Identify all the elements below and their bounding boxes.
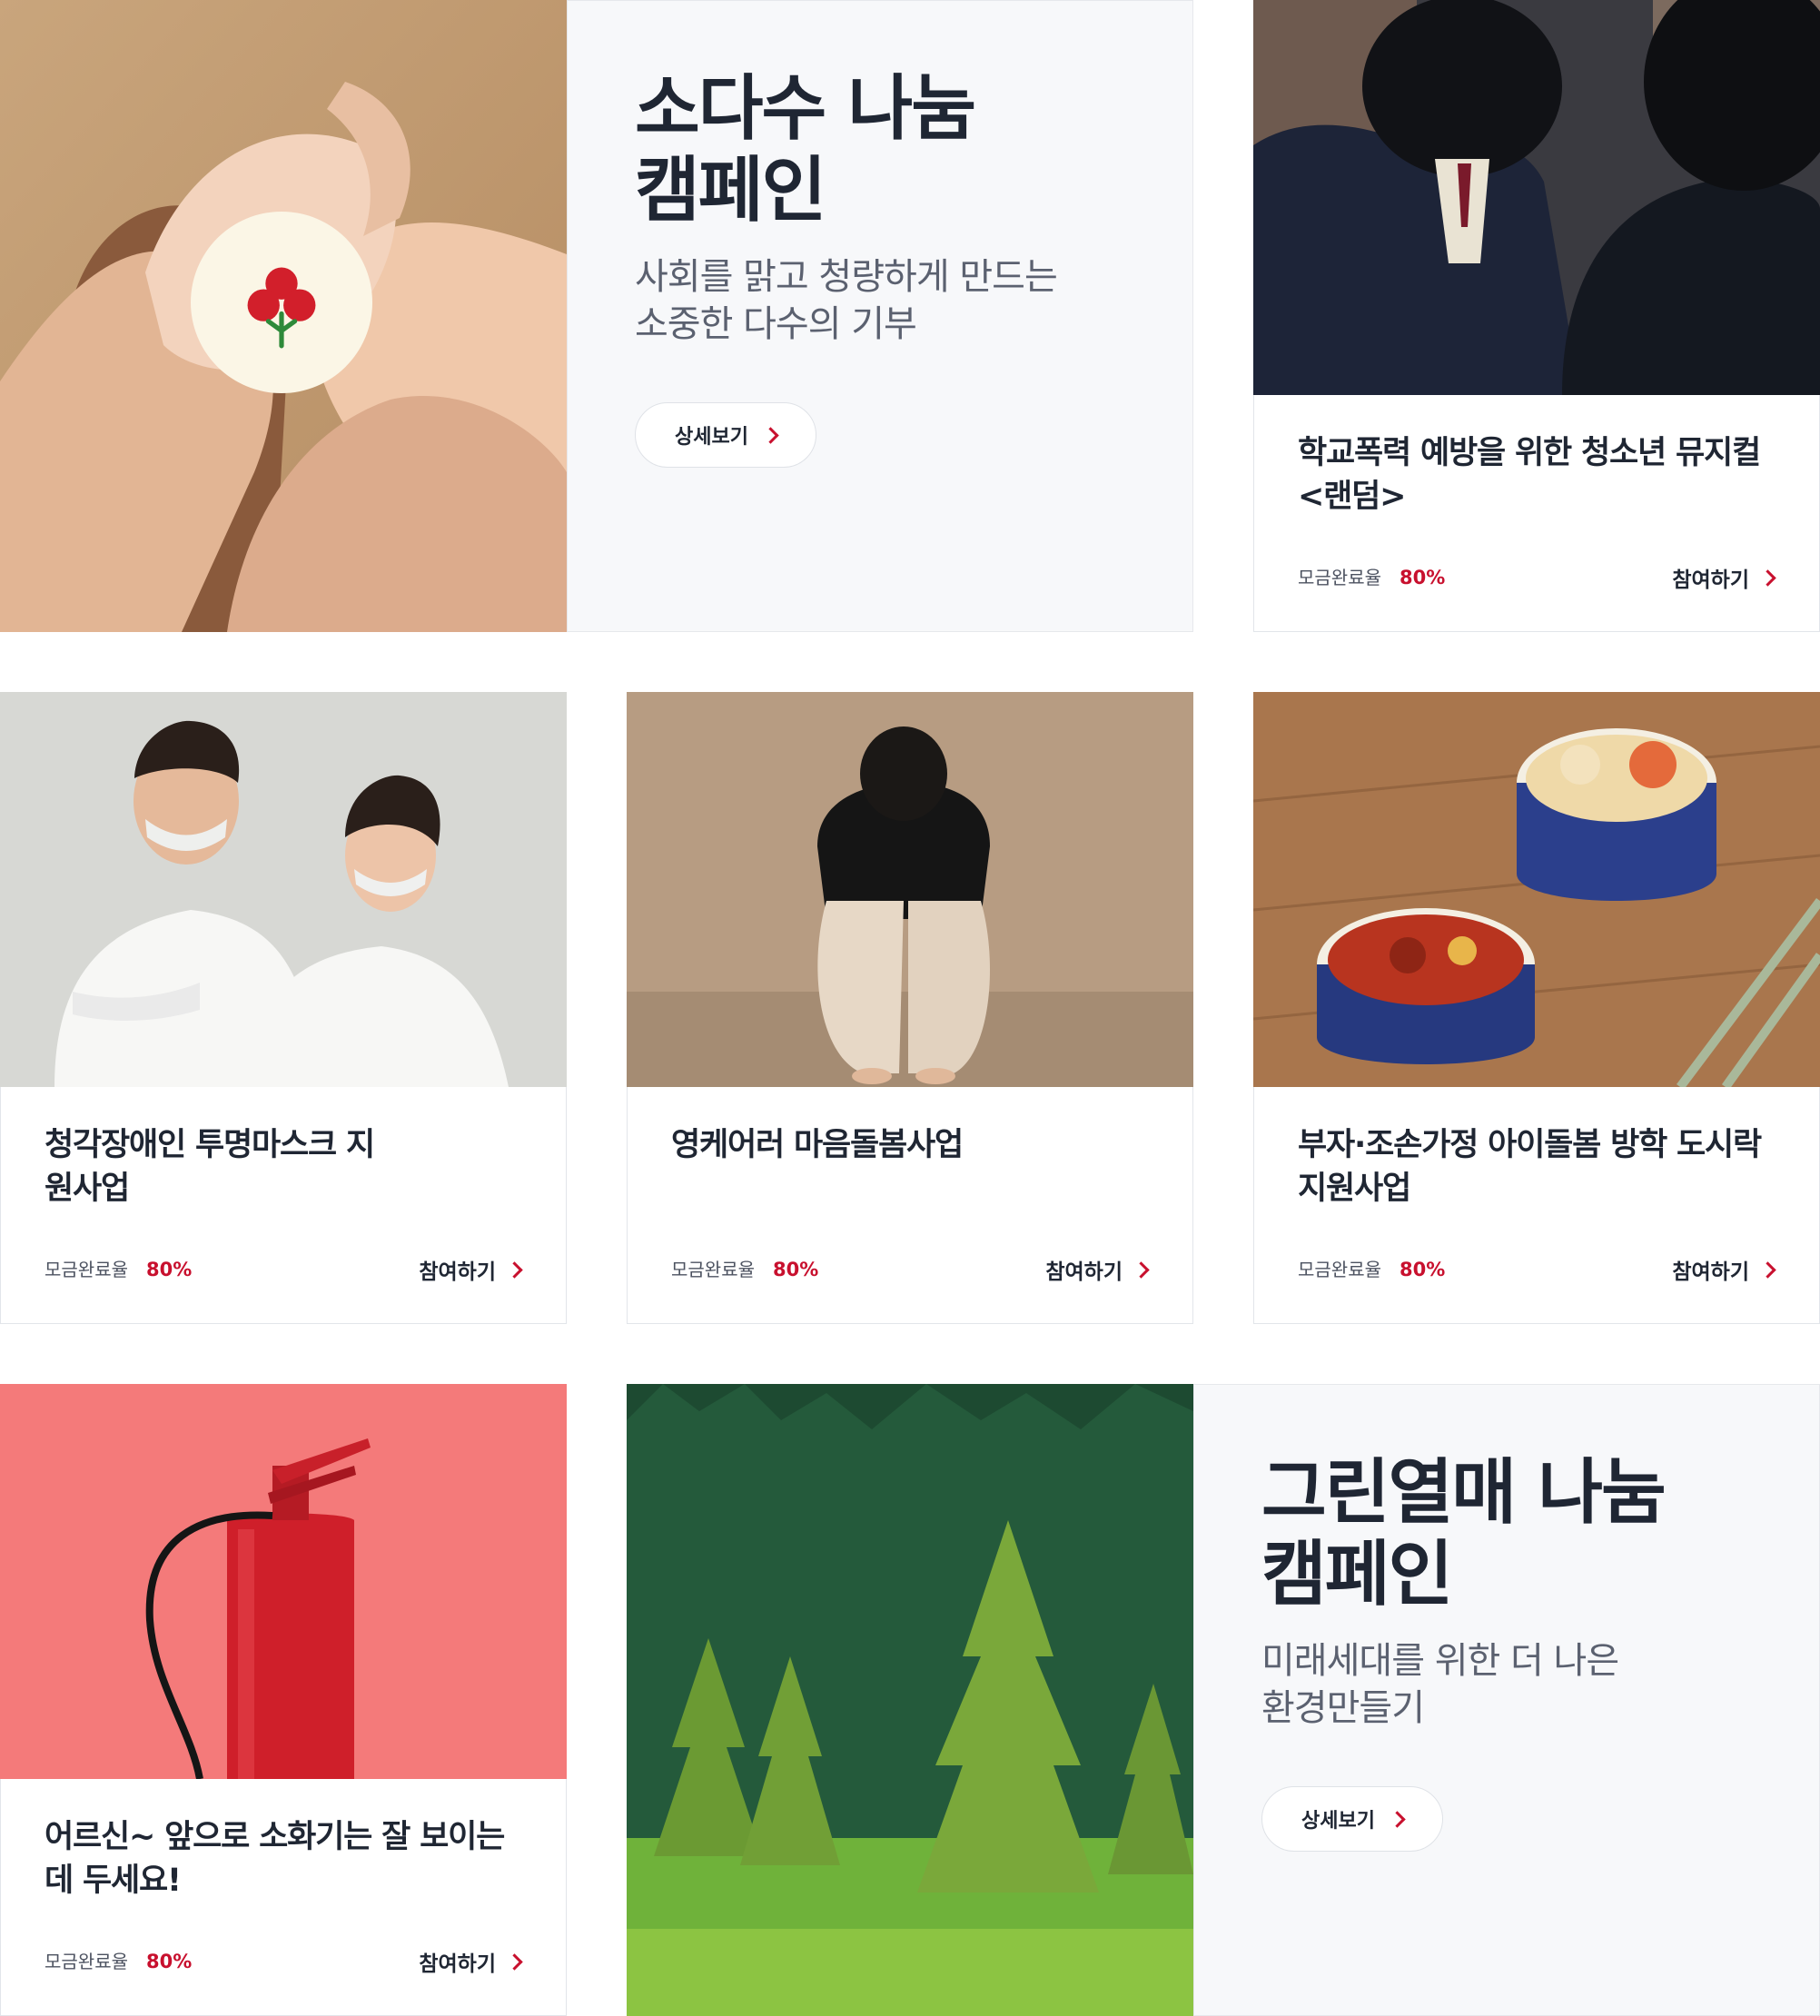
join-button-label: 참여하기 (1672, 1260, 1749, 1284)
project-card[interactable]: 청각장애인 투명마스크 지원사업 모금완료율 80% 참여하기 (0, 1087, 567, 1324)
detail-button[interactable]: 상세보기 (1261, 1786, 1443, 1852)
join-button-label: 참여하기 (419, 1952, 496, 1976)
feature-panel-green-fruit: 그린열매 나눔 캠페인 미래세대를 위한 더 나은 환경만들기 상세보기 (1193, 1384, 1820, 2016)
fundraising-rate: 모금완료율 80% (1298, 1255, 1445, 1281)
feature-panel-sodasu: 소다수 나눔 캠페인 사회를 맑고 청량하게 만드는 소중한 다수의 기부 상세… (567, 0, 1193, 632)
card-title: 영케어러 마음돌봄사업 (671, 1127, 964, 1163)
feature-description: 미래세대를 위한 더 나은 환경만들기 (1261, 1640, 1619, 1729)
student-photo (1253, 0, 1820, 395)
feature-title: 소다수 나눔 캠페인 (635, 68, 976, 232)
project-card[interactable]: 학교폭력 예방을 위한 청소년 뮤지컬 <랜덤> 모금완료율 80% 참여하기 (1253, 395, 1820, 632)
mask-people-photo (0, 692, 567, 1087)
join-button[interactable]: 참여하기 (1672, 562, 1776, 593)
detail-button[interactable]: 상세보기 (635, 402, 816, 468)
rate-value: 80% (1400, 567, 1446, 588)
chevron-right-icon (1759, 1260, 1776, 1279)
detail-button-label: 상세보기 (675, 426, 748, 449)
feature-description: 사회를 맑고 청량하게 만드는 소중한 다수의 기부 (635, 256, 1058, 345)
fundraising-rate: 모금완료율 80% (1298, 563, 1445, 589)
join-button[interactable]: 참여하기 (1045, 1254, 1150, 1285)
card-title: 부자·조손가정 아이돌봄 방학 도시락 지원사업 (1298, 1127, 1762, 1207)
project-card[interactable]: 영케어러 마음돌봄사업 모금완료율 80% 참여하기 (627, 1087, 1193, 1324)
chevron-right-icon (506, 1260, 523, 1279)
feature-title: 그린열매 나눔 캠페인 (1261, 1452, 1667, 1616)
forest-photo (627, 1384, 1193, 2016)
red-fruit-logo-icon (247, 267, 316, 349)
rate-label: 모금완료율 (1298, 567, 1381, 588)
fundraising-rate: 모금완료율 80% (45, 1255, 192, 1281)
fundraising-rate: 모금완료율 80% (45, 1947, 192, 1973)
fundraising-rate: 모금완료율 80% (671, 1255, 818, 1281)
hands-photo (0, 0, 567, 632)
join-button-label: 참여하기 (419, 1260, 496, 1284)
lunchbox-photo (1253, 692, 1820, 1087)
detail-button-label: 상세보기 (1301, 1810, 1375, 1833)
rate-label: 모금완료율 (671, 1259, 755, 1280)
chevron-right-icon (506, 1952, 523, 1971)
join-button-label: 참여하기 (1672, 568, 1749, 592)
chevron-right-icon (1759, 568, 1776, 587)
chevron-right-icon (1389, 1810, 1406, 1828)
rate-value: 80% (773, 1259, 819, 1280)
join-button[interactable]: 참여하기 (419, 1946, 523, 1977)
project-card[interactable]: 부자·조손가정 아이돌봄 방학 도시락 지원사업 모금완료율 80% 참여하기 (1253, 1087, 1820, 1324)
rate-label: 모금완료율 (45, 1951, 128, 1972)
join-button[interactable]: 참여하기 (1672, 1254, 1776, 1285)
fire-extinguisher-photo (0, 1384, 567, 1779)
rate-value: 80% (1400, 1259, 1446, 1280)
card-title: 학교폭력 예방을 위한 청소년 뮤지컬 <랜덤> (1298, 435, 1761, 515)
rate-value: 80% (146, 1259, 193, 1280)
chevron-right-icon (1133, 1260, 1150, 1279)
card-title: 어르신~ 앞으로 소화기는 잘 보이는 데 두세요! (45, 1819, 505, 1899)
join-button[interactable]: 참여하기 (419, 1254, 523, 1285)
rate-value: 80% (146, 1951, 193, 1972)
card-title: 청각장애인 투명마스크 지원사업 (45, 1127, 375, 1207)
project-card[interactable]: 어르신~ 앞으로 소화기는 잘 보이는 데 두세요! 모금완료율 80% 참여하… (0, 1779, 567, 2016)
chevron-right-icon (762, 426, 779, 444)
join-button-label: 참여하기 (1045, 1260, 1123, 1284)
rate-label: 모금완료율 (45, 1259, 128, 1280)
sitting-person-photo (627, 692, 1193, 1087)
rate-label: 모금완료율 (1298, 1259, 1381, 1280)
